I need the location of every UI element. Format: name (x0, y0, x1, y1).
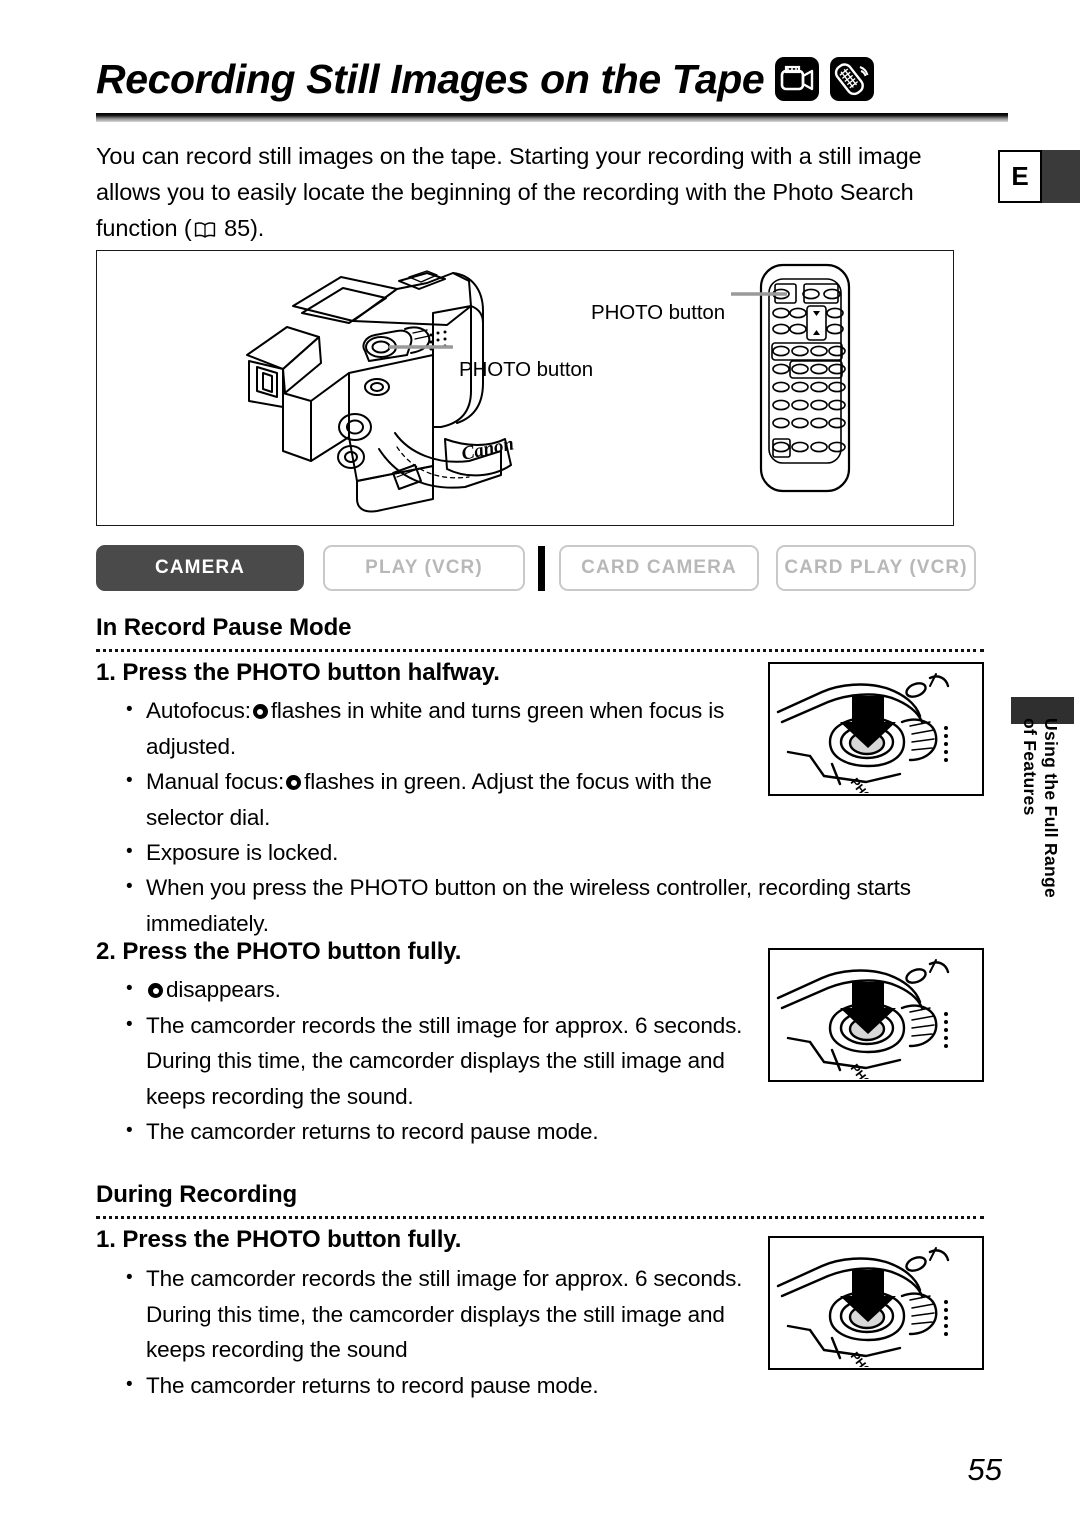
bullet-list-1-1b: When you press the PHOTO button on the w… (124, 869, 914, 941)
press-arrow-icon (840, 982, 896, 1034)
bullet-post: Exposure is locked. (146, 840, 339, 865)
language-tab: E (998, 150, 1080, 203)
side-tab-line2: of Features (1020, 718, 1040, 816)
wireless-controller-icon (830, 57, 875, 101)
chapter-side-tab: Using the Full Range of Features (1000, 697, 1076, 947)
list-item: Manual focus:flashes in green. Adjust th… (124, 763, 754, 835)
step-heading-2-1: 1. Press the PHOTO button fully. (96, 1226, 462, 1253)
wireless-controller-illustration (759, 263, 851, 493)
list-item: The camcorder records the still image fo… (124, 1260, 754, 1368)
bullet-post: The camcorder returns to record pause mo… (146, 1119, 599, 1144)
section-heading-record-pause: In Record Pause Mode (96, 614, 984, 652)
list-item: disappears. (124, 971, 754, 1008)
list-item: The camcorder returns to record pause mo… (124, 1367, 754, 1404)
page-number: 55 (967, 1452, 1002, 1487)
bullet-post: The camcorder records the still image fo… (146, 1266, 743, 1362)
side-tab-text: Using the Full Range of Features (1019, 718, 1061, 954)
step-heading-1-1: 1. Press the PHOTO button halfway. (96, 659, 500, 686)
canon-brand-text: Canon (460, 433, 516, 465)
camcorder-and-remote-diagram: Canon (246, 263, 851, 513)
list-item: Autofocus:flashes in white and turns gre… (124, 692, 754, 764)
illustration-box: Canon PHOTO button PHOTO button (96, 250, 954, 526)
press-arrow-icon (840, 1270, 896, 1322)
thumbnail-press-fully: PHOTO (768, 948, 984, 1082)
focus-indicator-icon (148, 983, 163, 998)
bullet-list-2-1: The camcorder records the still image fo… (124, 1260, 754, 1404)
list-item: The camcorder returns to record pause mo… (124, 1113, 754, 1150)
mode-chip-camera[interactable]: CAMERA (96, 545, 304, 591)
page-reference-icon (194, 213, 216, 249)
mode-bar: CAMERA PLAY (VCR) CARD CAMERA CARD PLAY … (96, 545, 986, 591)
side-tab-line1: Using the Full Range (1041, 718, 1061, 899)
page-header: Recording Still Images on the Tape (96, 48, 1008, 110)
section-divider (96, 1212, 984, 1219)
bullet-list-1-1: Autofocus:flashes in white and turns gre… (124, 692, 754, 871)
bullet-post: When you press the PHOTO button on the w… (146, 875, 911, 936)
remote-photo-button-label: PHOTO button (591, 301, 726, 324)
intro-text-part2: ). (250, 215, 265, 241)
bullet-post: The camcorder records the still image fo… (146, 1012, 743, 1109)
section-heading-text: During Recording (96, 1181, 298, 1208)
section-heading-text: In Record Pause Mode (96, 614, 352, 641)
language-tab-block (1042, 150, 1080, 203)
page-title: Recording Still Images on the Tape (96, 55, 765, 102)
intro-paragraph: You can record still images on the tape.… (96, 138, 951, 249)
focus-indicator-icon (286, 775, 302, 790)
mode-chip-card-camera[interactable]: CARD CAMERA (559, 545, 759, 591)
list-item: When you press the PHOTO button on the w… (124, 869, 914, 941)
bullet-list-1-2: disappears. The camcorder records the st… (124, 971, 754, 1150)
camcorder-illustration (246, 270, 512, 513)
camcorder-photo-button-label: PHOTO button (459, 358, 594, 381)
thumbnail-press-during-recording: PHOTO (768, 1236, 984, 1370)
mode-chip-play-vcr[interactable]: PLAY (VCR) (323, 545, 525, 591)
page-reference-number: 85 (224, 215, 251, 241)
step-heading-1-2: 2. Press the PHOTO button fully. (96, 938, 462, 965)
press-arrow-icon (840, 696, 896, 748)
intro-text-part1: You can record still images on the tape.… (96, 143, 922, 241)
bullet-pre: Manual focus: (146, 769, 285, 794)
title-divider (96, 113, 1008, 122)
camcorder-icon (775, 57, 820, 101)
thumbnail-press-halfway: PHOTO (768, 662, 984, 796)
mode-chip-card-play-vcr[interactable]: CARD PLAY (VCR) (776, 545, 976, 591)
list-item: Exposure is locked. (124, 834, 754, 871)
mode-bar-separator (538, 546, 545, 591)
section-divider (96, 645, 984, 652)
list-item: The camcorder records the still image fo… (124, 1007, 754, 1115)
bullet-pre: Autofocus: (146, 698, 251, 723)
bullet-post: disappears. (166, 977, 281, 1002)
bullet-post: The camcorder returns to record pause mo… (146, 1372, 599, 1398)
section-heading-during-recording: During Recording (96, 1181, 984, 1219)
focus-indicator-icon (252, 704, 268, 719)
language-tab-letter: E (998, 150, 1042, 203)
